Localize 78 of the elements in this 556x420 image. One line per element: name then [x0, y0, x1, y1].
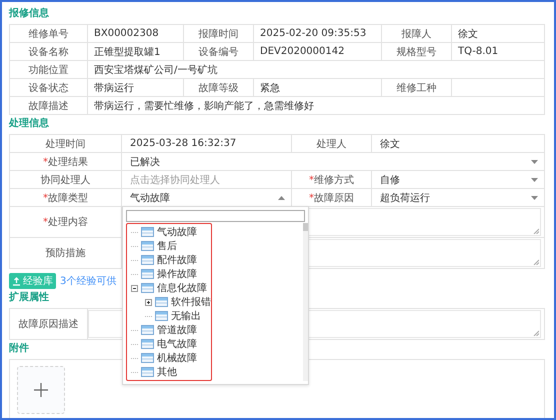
field-value: DEV2020000142 [260, 46, 344, 57]
table-icon [141, 353, 154, 363]
field-value: 带病运行，需要忙维修，影响产能了，急需维修好 [94, 100, 314, 112]
select-field[interactable]: 超负荷运行 [380, 190, 536, 206]
caret-icon [531, 196, 538, 200]
tree-item[interactable]: 气动故障 [157, 225, 197, 239]
field-label: *处理内容 [43, 216, 88, 229]
tree-item[interactable]: 机械故障 [157, 351, 197, 365]
field-label: 故障等级 [184, 79, 254, 97]
section-title: 报修信息 [9, 7, 49, 21]
tree-item[interactable]: 信息化故障 [157, 281, 207, 295]
field-value: 2025-03-28 16:32:37 [130, 138, 236, 149]
tree-item[interactable]: 售后 [157, 239, 177, 253]
caret-icon [531, 178, 538, 182]
field-value: 2025-02-20 09:35:53 [260, 28, 366, 39]
field-value: TQ-8.01 [458, 46, 498, 57]
collapse-icon[interactable] [131, 284, 138, 292]
field-label: 功能位置 [10, 61, 88, 79]
plus-icon [34, 383, 48, 397]
upload-button[interactable] [17, 366, 65, 414]
section-title: 附件 [9, 342, 29, 356]
select-field[interactable]: 自修 [380, 172, 536, 188]
table-icon [141, 255, 154, 265]
scrollbar[interactable] [303, 223, 308, 381]
field-value: 徐文 [458, 28, 478, 40]
select-field[interactable]: 已解决 [130, 154, 536, 170]
field-label: 处理时间 [46, 138, 86, 150]
tree-item[interactable]: 操作故障 [157, 267, 197, 281]
tree-item[interactable]: 配件故障 [157, 253, 197, 267]
field-label: 报障时间 [184, 25, 254, 43]
field-label: *处理结果 [43, 156, 88, 168]
resize-grip-icon[interactable] [533, 228, 539, 234]
field-label: *故障原因 [309, 192, 354, 204]
table-icon [141, 227, 154, 237]
expand-icon[interactable] [145, 298, 152, 306]
field-label: 协同处理人 [40, 174, 90, 186]
table-icon [141, 269, 154, 279]
field-label: 设备名称 [10, 43, 88, 61]
tree-item[interactable]: 管道故障 [157, 323, 197, 337]
field-value: BX00002308 [94, 28, 159, 39]
field-label: 故障描述 [10, 97, 88, 115]
field-label: 预防措施 [46, 246, 86, 260]
field-label: 设备状态 [10, 79, 88, 97]
section-title: 处理信息 [9, 117, 49, 131]
table-icon [141, 367, 154, 377]
field-label: 报障人 [382, 25, 452, 43]
table-icon [155, 311, 168, 321]
field-value: 徐文 [380, 138, 400, 150]
caret-icon [531, 160, 538, 164]
field-label: 维修工种 [382, 79, 452, 97]
field-value: 紧急 [260, 82, 280, 94]
resize-grip-icon[interactable] [533, 259, 539, 265]
tree-item[interactable]: 其他 [157, 365, 177, 379]
table-icon [141, 283, 154, 293]
field-label: 故障原因描述 [18, 318, 78, 331]
table-icon [141, 339, 154, 349]
tree-item[interactable]: 软件报错 [171, 295, 211, 309]
section-title: 扩展属性 [9, 291, 49, 305]
tree-item[interactable]: 电气故障 [157, 337, 197, 351]
field-value: 西安宝塔煤矿公司/一号矿坑 [94, 64, 218, 76]
tree-item[interactable]: 无输出 [171, 309, 201, 323]
table-icon [141, 241, 154, 251]
upload-icon [12, 276, 21, 286]
field-label: 维修单号 [10, 25, 88, 43]
field-value: 正锥型提取罐1 [94, 46, 160, 58]
table-icon [155, 297, 168, 307]
field-label: *维修方式 [309, 174, 354, 186]
select-field[interactable]: 气动故障 [130, 190, 283, 206]
textarea-field[interactable] [88, 310, 541, 338]
field-label: *故障类型 [43, 192, 88, 204]
field-label: 规格型号 [382, 43, 452, 61]
field-label: 设备编号 [184, 43, 254, 61]
field-label: 处理人 [316, 138, 346, 150]
caret-icon [278, 196, 285, 200]
table-icon [141, 325, 154, 335]
field-value: 带病运行 [94, 82, 134, 94]
resize-grip-icon[interactable] [533, 330, 539, 336]
search-field[interactable] [126, 210, 305, 222]
